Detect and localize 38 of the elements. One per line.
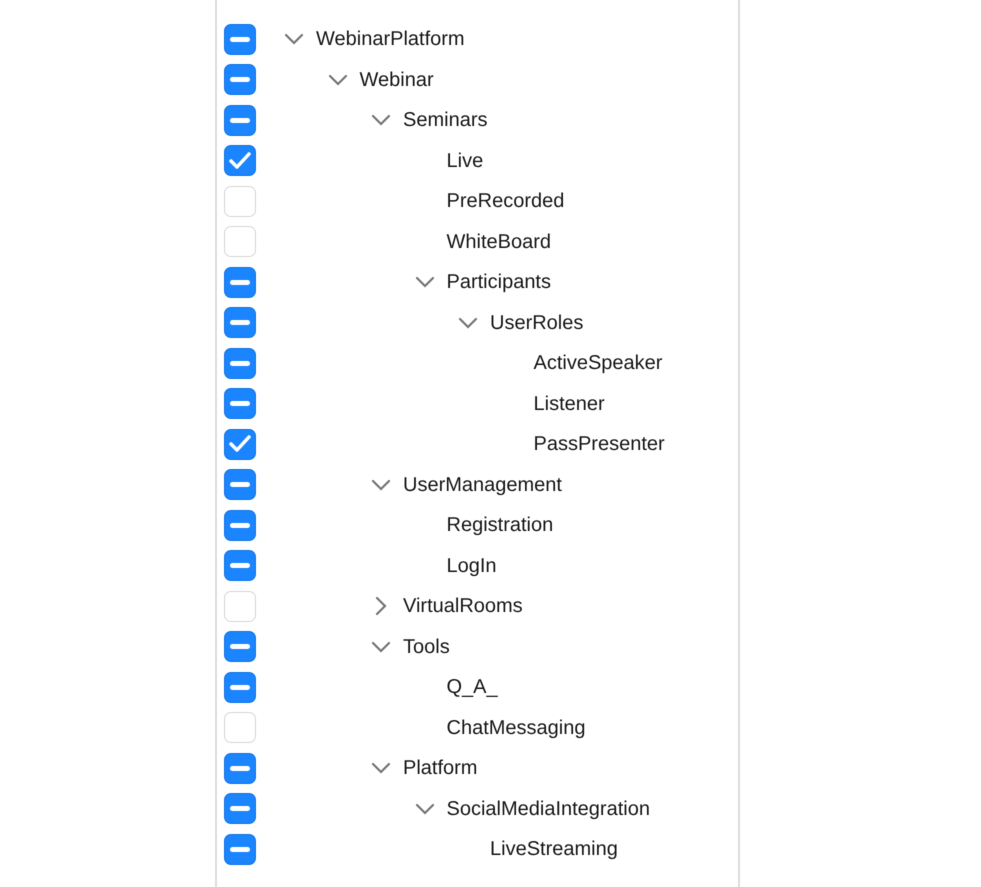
checkbox[interactable] bbox=[224, 793, 256, 824]
checkbox[interactable] bbox=[224, 428, 256, 460]
tree-item-label[interactable]: PreRecorded bbox=[446, 186, 564, 216]
tree-item-label[interactable]: Tools bbox=[403, 632, 450, 662]
checkbox[interactable] bbox=[224, 348, 256, 379]
tree-item-label[interactable]: Live bbox=[446, 146, 484, 176]
tree-item-label[interactable]: Platform bbox=[403, 753, 478, 784]
checkbox[interactable] bbox=[224, 388, 256, 420]
tree-item-label[interactable]: VirtualRooms bbox=[403, 591, 523, 622]
tree-item-label[interactable]: UserRoles bbox=[490, 308, 584, 338]
checkbox[interactable] bbox=[224, 752, 256, 784]
tree-item-label[interactable]: Registration bbox=[446, 510, 554, 540]
tree-item-label[interactable]: WhiteBoard bbox=[446, 226, 551, 257]
tree-item-label[interactable]: LiveStreaming bbox=[490, 834, 618, 864]
checkbox[interactable] bbox=[224, 550, 256, 582]
checkbox[interactable] bbox=[224, 64, 256, 96]
tree-item-label[interactable]: ActiveSpeaker bbox=[534, 348, 662, 378]
tree-item-label[interactable]: Listener bbox=[534, 388, 605, 419]
checkbox[interactable] bbox=[224, 145, 256, 176]
checkbox[interactable] bbox=[224, 672, 256, 703]
checkbox[interactable] bbox=[224, 469, 256, 500]
tree-item-label[interactable]: Q_A_ bbox=[446, 672, 498, 702]
tree-item-label[interactable]: PassPresenter bbox=[534, 429, 665, 460]
checkbox[interactable] bbox=[224, 631, 256, 662]
tree-item-label[interactable]: Participants bbox=[446, 267, 551, 298]
tree-item-label[interactable]: SocialMediaIntegration bbox=[446, 794, 650, 824]
checkbox[interactable] bbox=[224, 307, 256, 338]
checkbox[interactable] bbox=[224, 510, 256, 541]
tree-item-label[interactable]: UserManagement bbox=[403, 470, 562, 500]
checkbox[interactable] bbox=[224, 104, 256, 136]
checkbox[interactable] bbox=[224, 834, 256, 865]
checkbox[interactable] bbox=[224, 24, 256, 55]
tree-item-label[interactable]: WebinarPlatform bbox=[316, 24, 465, 54]
tree-item-label[interactable]: Seminars bbox=[403, 105, 488, 136]
checkbox[interactable] bbox=[224, 266, 256, 298]
tree-item-label[interactable]: Webinar bbox=[360, 64, 434, 95]
tree-item-label[interactable]: ChatMessaging bbox=[446, 712, 586, 743]
tree-item-label[interactable]: LogIn bbox=[446, 550, 497, 581]
